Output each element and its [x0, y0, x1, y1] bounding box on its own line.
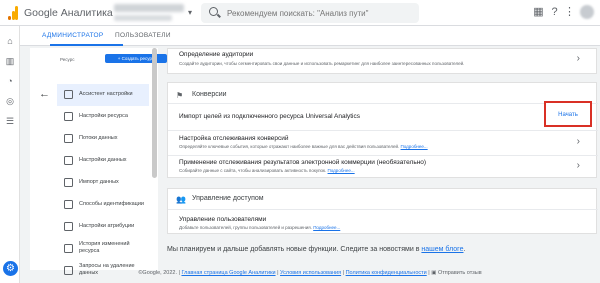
configure-icon[interactable]: ☰: [5, 116, 15, 126]
home-icon[interactable]: ⌂: [5, 36, 15, 46]
identity-icon: [64, 200, 73, 209]
blog-link[interactable]: нашем блоге: [421, 246, 463, 253]
chevron-down-icon[interactable]: ▾: [188, 8, 192, 17]
feedback-icon[interactable]: ▣: [431, 270, 436, 276]
future-features-note: Мы планируем и дальше добавлять новые фу…: [167, 246, 466, 253]
learn-more-link[interactable]: Подробнее...: [401, 144, 428, 149]
import-goals-title: Импорт целей из подключенного ресурса Un…: [179, 113, 361, 120]
sidebar-item-reporting-identity[interactable]: Способы идентификации: [57, 194, 149, 216]
conversion-tracking-row[interactable]: Настройка отслеживания конверсий Определ…: [168, 130, 598, 155]
attribution-icon: [64, 222, 73, 231]
footer: ©Google, 2022. | Главная страница Google…: [138, 270, 482, 276]
more-vert-icon[interactable]: ⋮: [563, 6, 576, 19]
property-menu: Ассистент настройки Настройки ресурса По…: [57, 84, 149, 282]
analytics-logo-icon[interactable]: [8, 6, 18, 20]
ecommerce-row[interactable]: Применение отслеживания результатов элек…: [168, 155, 598, 179]
conversions-title: Конверсии: [192, 91, 227, 98]
chevron-right-icon[interactable]: ›: [577, 160, 580, 171]
avatar[interactable]: [580, 5, 594, 19]
back-arrow-icon[interactable]: ←: [39, 88, 50, 100]
sidebar-item-data-streams[interactable]: Потоки данных: [57, 128, 149, 150]
tab-admin[interactable]: АДМИНИСТРАТОР: [42, 32, 104, 39]
conversion-tracking-title: Настройка отслеживания конверсий: [179, 135, 289, 142]
apps-icon[interactable]: ▦: [532, 6, 545, 19]
sidebar-item-attribution-settings[interactable]: Настройки атрибуции: [57, 216, 149, 238]
create-resource-button[interactable]: + Создать ресурс: [105, 54, 167, 63]
ecommerce-desc: Собирайте данные с сайта, чтобы анализир…: [179, 168, 355, 173]
tab-users[interactable]: ПОЛЬЗОВАТЕЛИ: [115, 32, 171, 39]
people-icon: 👥: [176, 195, 186, 204]
nav-rail: ⌂ ▥ ◔ ◎ ☰: [0, 26, 20, 283]
conversions-card: ⚑ Конверсии Импорт целей из подключенног…: [167, 82, 598, 179]
learn-more-link[interactable]: Подробнее...: [313, 225, 340, 230]
access-card: 👥 Управление доступом Управление пользов…: [167, 188, 598, 234]
user-management-row[interactable]: Управление пользователями Добавьте польз…: [168, 209, 598, 234]
database-icon: [64, 156, 73, 165]
footer-link-home[interactable]: Главная страница Google Аналитики: [181, 270, 275, 276]
footer-link-privacy[interactable]: Политика конфиденциальности: [346, 270, 427, 276]
user-management-desc: Добавьте пользователей, группы пользоват…: [179, 225, 341, 230]
start-highlight: Начать: [544, 101, 592, 127]
settings-icon[interactable]: ⚙: [3, 261, 18, 276]
checklist-icon: [64, 90, 73, 99]
import-goals-row: Импорт целей из подключенного ресурса Un…: [168, 103, 598, 130]
sidebar-item-data-settings[interactable]: Настройки данных: [57, 150, 149, 172]
audience-card: Определение аудитории Создайте аудитории…: [167, 48, 597, 74]
advertising-icon[interactable]: ◎: [5, 96, 15, 106]
upload-icon: [64, 178, 73, 187]
feedback-link[interactable]: Отправить отзыв: [438, 270, 482, 276]
ecommerce-title: Применение отслеживания результатов элек…: [179, 159, 427, 166]
conversions-icon: ⚑: [176, 91, 184, 100]
account-selector-subtitle: [114, 15, 172, 21]
learn-more-link[interactable]: Подробнее...: [328, 168, 355, 173]
top-bar: Google Аналитика ▾ ▦ ? ⋮: [0, 0, 600, 26]
search-box[interactable]: [201, 3, 419, 23]
help-icon[interactable]: ?: [548, 6, 561, 19]
conversion-tracking-desc: Определяйте ключевые события, которые от…: [179, 144, 428, 149]
reports-icon[interactable]: ▥: [5, 56, 15, 66]
admin-tabs: АДМИНИСТРАТОР ПОЛЬЗОВАТЕЛИ: [20, 26, 600, 46]
sidebar-item-setup-assistant[interactable]: Ассистент настройки: [57, 84, 149, 106]
audience-title: Определение аудитории: [179, 51, 254, 58]
audience-desc: Создайте аудитории, чтобы сегментировать…: [179, 61, 465, 66]
app-name: Google Аналитика: [24, 7, 113, 19]
user-management-title: Управление пользователями: [179, 216, 267, 223]
sidebar-item-property-settings[interactable]: Настройки ресурса: [57, 106, 149, 128]
resource-label: Ресурс: [60, 57, 75, 62]
sidebar-scrollbar[interactable]: [152, 48, 157, 178]
start-button[interactable]: Начать: [551, 110, 585, 120]
history-icon: [64, 244, 73, 253]
footer-link-terms[interactable]: Условия использования: [280, 270, 341, 276]
property-icon: [64, 112, 73, 121]
streams-icon: [64, 134, 73, 143]
explore-icon[interactable]: ◔: [5, 76, 15, 86]
chevron-right-icon[interactable]: ›: [577, 53, 580, 64]
tab-indicator: [50, 44, 123, 46]
search-icon: [209, 7, 218, 16]
audience-row[interactable]: Определение аудитории Создайте аудитории…: [168, 48, 598, 74]
chevron-right-icon[interactable]: ›: [577, 136, 580, 147]
account-selector[interactable]: [114, 4, 184, 12]
search-input[interactable]: [227, 6, 412, 20]
access-title: Управление доступом: [192, 195, 264, 202]
copyright: ©Google, 2022.: [138, 270, 177, 276]
sidebar-item-data-import[interactable]: Импорт данных: [57, 172, 149, 194]
sidebar-item-change-history[interactable]: История изменений ресурса: [57, 238, 149, 260]
